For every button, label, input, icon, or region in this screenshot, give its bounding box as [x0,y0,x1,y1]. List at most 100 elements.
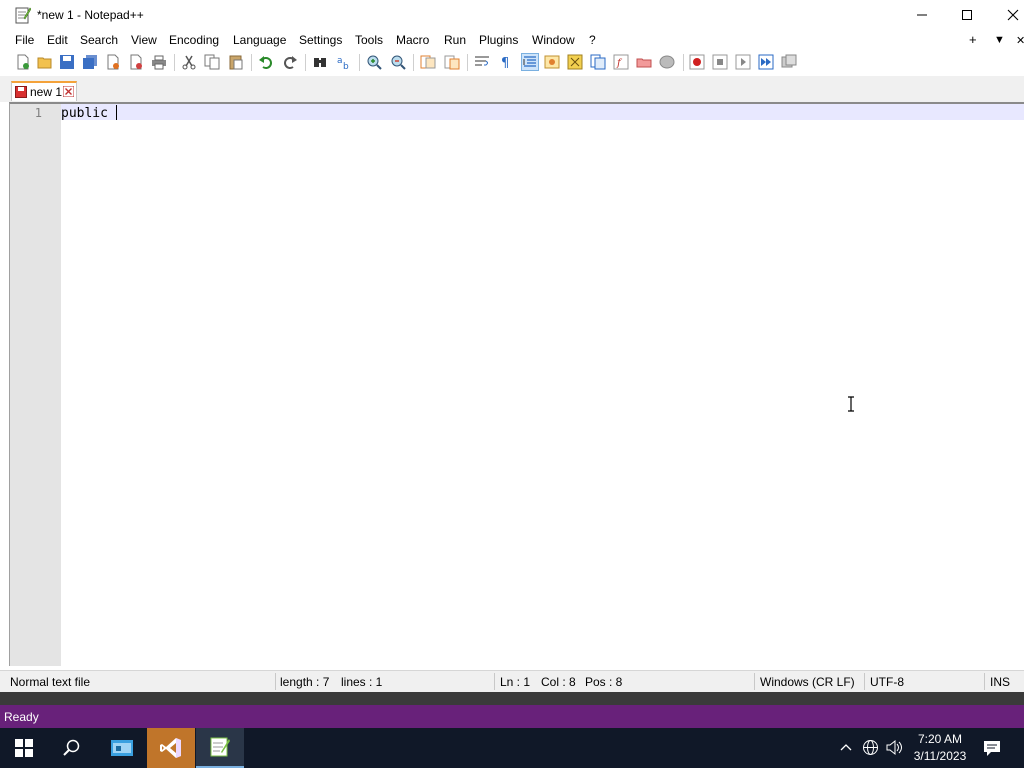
window-title: *new 1 - Notepad++ [37,8,144,22]
editor-area[interactable]: 1 public [9,102,1024,666]
stop-macro-icon[interactable] [712,54,728,70]
menu-plugins[interactable]: Plugins [479,33,518,47]
status-column: Col : 8 [541,675,576,689]
start-button[interactable] [0,728,48,768]
background-strip [0,692,1024,705]
status-line-number: Ln : 1 [500,675,531,689]
status-separator [984,673,985,690]
menu-view[interactable]: View [131,33,157,47]
toolbar-separator [359,54,360,71]
run-macro-multiple-icon[interactable] [758,54,774,70]
status-position: Pos : 8 [585,675,623,689]
clock-date[interactable]: 3/11/2023 [910,749,970,763]
line-number-gutter: 1 [10,104,61,666]
record-macro-icon[interactable] [689,54,705,70]
status-bar: Normal text file length : 7 lines : 1 Ln… [0,670,1024,692]
search-icon [63,739,80,756]
sync-horizontal-icon[interactable] [444,54,460,70]
folder-workspace-icon[interactable] [636,54,652,70]
taskbar-search-button[interactable] [48,728,96,768]
menu-window[interactable]: Window [532,33,575,47]
paste-icon[interactable] [228,54,244,70]
svg-text:a: a [337,56,343,66]
menu-tools[interactable]: Tools [355,33,383,47]
copy-icon[interactable] [204,54,220,70]
close-file-icon[interactable] [105,54,121,70]
toolbar: ab ¶ f [0,50,1024,76]
minimize-button[interactable] [899,0,945,30]
menu-language[interactable]: Language [233,33,286,47]
taskbar-file-explorer[interactable] [98,728,146,768]
status-file-type: Normal text file [10,675,91,689]
svg-text:¶: ¶ [501,56,509,70]
cut-icon[interactable] [181,54,197,70]
visual-studio-status-bar: Ready [0,705,1024,728]
close-all-icon[interactable] [128,54,144,70]
notepadpp-app-icon [15,7,31,24]
show-all-chars-icon[interactable]: ¶ [498,54,514,70]
taskbar-notepadpp[interactable] [196,728,244,768]
status-lines: lines : 1 [341,675,383,689]
close-button[interactable] [990,0,1024,30]
sync-vertical-icon[interactable] [420,54,436,70]
indent-guide-icon[interactable] [521,53,539,71]
status-encoding[interactable]: UTF-8 [870,675,904,689]
clock-time[interactable]: 7:20 AM [915,732,965,746]
document-map-icon[interactable] [567,54,583,70]
print-icon[interactable] [151,54,167,70]
tab-list-dropdown[interactable]: ▼ [994,34,1005,46]
save-macro-icon[interactable] [781,54,797,70]
save-all-icon[interactable] [82,54,98,70]
show-hidden-icons-icon[interactable] [840,742,852,752]
file-explorer-icon [111,740,133,756]
menu-macro[interactable]: Macro [396,33,429,47]
title-bar[interactable]: *new 1 - Notepad++ [0,0,1024,30]
menu-encoding[interactable]: Encoding [169,33,219,47]
redo-icon[interactable] [282,54,298,70]
new-file-icon[interactable] [15,54,31,70]
line-number: 1 [34,106,42,120]
save-icon[interactable] [59,54,75,70]
toolbar-separator [305,54,306,71]
open-file-icon[interactable] [37,54,53,70]
play-macro-icon[interactable] [735,54,751,70]
menu-run[interactable]: Run [444,33,466,47]
maximize-icon [962,10,972,20]
undo-icon[interactable] [258,54,274,70]
status-length: length : 7 [280,675,330,689]
tab-label: new 1 [30,85,63,99]
svg-text:b: b [343,62,349,70]
find-icon[interactable] [312,54,328,70]
notifications-icon[interactable] [983,739,1001,757]
document-list-icon[interactable] [590,54,606,70]
word-wrap-icon[interactable] [474,54,490,70]
monitoring-icon[interactable] [659,54,675,70]
menu-edit[interactable]: Edit [47,33,68,47]
status-separator [275,673,276,690]
taskbar-visual-studio[interactable] [147,728,195,768]
maximize-button[interactable] [944,0,990,30]
close-doc-button[interactable]: ✕ [1016,34,1024,47]
user-defined-language-icon[interactable] [544,54,560,70]
menu-help[interactable]: ? [589,33,596,47]
status-separator [494,673,495,690]
menu-settings[interactable]: Settings [299,33,342,47]
toolbar-separator [467,54,468,71]
zoom-out-icon[interactable] [390,54,406,70]
status-insert-mode[interactable]: INS [990,675,1010,689]
zoom-in-icon[interactable] [366,54,382,70]
editor-text[interactable]: public [61,106,116,121]
status-eol[interactable]: Windows (CR LF) [760,675,855,689]
function-list-icon[interactable]: f [613,54,629,70]
new-tab-button[interactable]: + [969,32,977,47]
menu-file[interactable]: File [15,33,34,47]
replace-icon[interactable]: ab [336,54,352,70]
toolbar-separator [413,54,414,71]
tab-close-icon[interactable] [63,86,74,97]
text-caret [116,105,117,120]
network-icon[interactable] [862,739,879,756]
volume-icon[interactable] [886,739,903,756]
notepadpp-icon [210,737,230,757]
tab-new-1[interactable]: new 1 [11,81,77,101]
menu-search[interactable]: Search [80,33,118,47]
